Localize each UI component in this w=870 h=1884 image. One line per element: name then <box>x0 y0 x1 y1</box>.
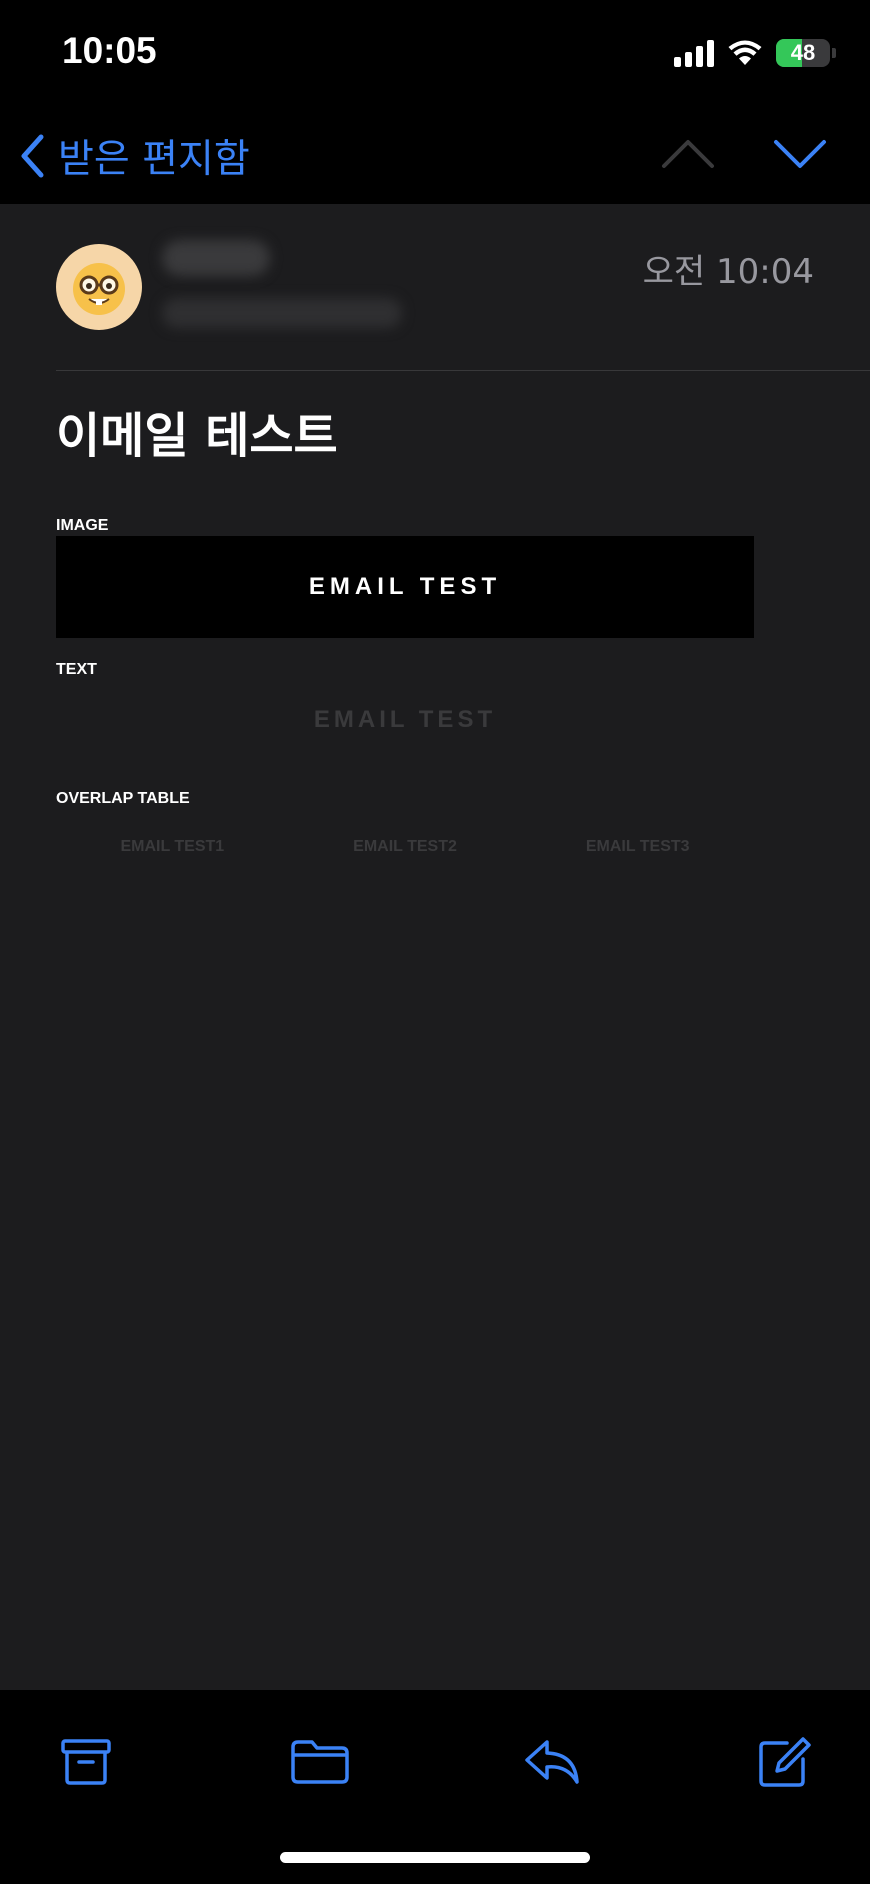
image-banner-text: EMAIL TEST <box>308 573 502 600</box>
header-divider <box>56 370 870 371</box>
status-time: 10:05 <box>62 30 157 71</box>
overlap-table-cell: EMAIL TEST2 <box>353 838 457 855</box>
wifi-icon <box>728 40 762 66</box>
bottom-toolbar <box>0 1690 870 1884</box>
move-to-folder-button[interactable] <box>288 1730 352 1794</box>
email-image-banner: EMAIL TEST <box>56 536 754 638</box>
image-section-label: IMAGE <box>56 517 109 534</box>
text-section-label: TEXT <box>56 661 97 678</box>
back-to-inbox-button[interactable]: 받은 편지함 <box>18 126 250 186</box>
chevron-up-icon <box>662 140 714 168</box>
reply-button[interactable] <box>520 1730 584 1794</box>
battery-percent: 48 <box>790 40 816 65</box>
folder-icon <box>291 1740 349 1784</box>
chevron-down-icon <box>774 140 826 168</box>
status-bar: 10:05 48 <box>0 0 870 106</box>
archive-icon <box>61 1739 111 1785</box>
sender-avatar[interactable] <box>56 244 142 330</box>
top-bar: 10:05 48 받은 편지함 <box>0 0 870 204</box>
compose-button[interactable] <box>752 1730 816 1794</box>
battery-indicator: 48 <box>776 39 830 67</box>
nav-bar: 받은 편지함 <box>0 106 870 204</box>
next-message-button[interactable] <box>772 132 828 176</box>
received-time: 오전 10:04 <box>642 252 814 292</box>
email-subject: 이메일 테스트 <box>56 408 338 464</box>
archive-button[interactable] <box>54 1730 118 1794</box>
overlap-table-cell: EMAIL TEST1 <box>120 838 225 855</box>
back-button-label: 받은 편지함 <box>58 137 250 182</box>
sender-name-redacted <box>162 240 270 276</box>
battery-tip <box>832 48 836 58</box>
overlap-table-label: OVERLAP TABLE <box>56 790 190 807</box>
compose-icon <box>759 1737 811 1787</box>
overlap-table-cell: EMAIL TEST3 <box>585 838 690 855</box>
email-text-content: EMAIL TEST <box>313 706 497 733</box>
recipient-redacted <box>162 298 402 328</box>
status-icons: 48 <box>674 36 836 70</box>
reply-icon <box>525 1740 579 1784</box>
chevron-left-icon <box>21 134 44 178</box>
previous-message-button[interactable] <box>660 132 716 176</box>
home-indicator[interactable] <box>280 1852 590 1863</box>
overlap-table: EMAIL TEST1 EMAIL TEST2 EMAIL TEST3 <box>56 838 754 868</box>
cellular-signal-icon <box>674 39 714 67</box>
nerd-face-icon <box>73 263 125 315</box>
battery-icon: 48 <box>776 39 836 67</box>
